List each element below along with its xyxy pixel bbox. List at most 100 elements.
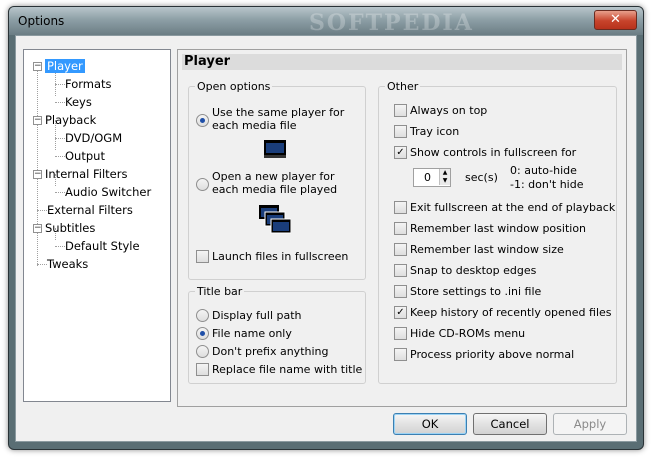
controls-seconds-spinner[interactable]: 0 ▲ ▼ bbox=[413, 168, 451, 187]
tree-item-playback[interactable]: Playback bbox=[45, 112, 96, 128]
tree-item-label: Subtitles bbox=[45, 221, 96, 235]
keep-history-label: Keep history of recently opened files bbox=[410, 306, 612, 319]
tree-item-external-filters[interactable]: External Filters bbox=[47, 202, 133, 218]
other-group: Other Always on top Tray icon ✓ Show con… bbox=[378, 80, 617, 384]
spinner-value: 0 bbox=[424, 171, 431, 184]
exit-fullscreen-label: Exit fullscreen at the end of playback bbox=[410, 201, 616, 214]
tree-item-label: Player bbox=[45, 59, 85, 73]
spinner-up-arrow-icon[interactable]: ▲ bbox=[439, 169, 450, 177]
remember-size-checkbox[interactable] bbox=[394, 243, 407, 256]
process-priority-label: Process priority above normal bbox=[410, 348, 575, 361]
snap-edges-checkbox[interactable] bbox=[394, 264, 407, 277]
display-full-path-label: Display full path bbox=[212, 309, 302, 322]
same-player-radio[interactable] bbox=[196, 114, 209, 127]
options-window: Options SOFTPEDIA ✕ − − − − Player Forma… bbox=[8, 6, 644, 450]
apply-button[interactable]: Apply bbox=[553, 413, 627, 435]
tree-item-default-style[interactable]: Default Style bbox=[65, 238, 140, 254]
close-icon: ✕ bbox=[610, 12, 621, 27]
tree-item-label: Formats bbox=[65, 77, 112, 91]
tree-item-formats[interactable]: Formats bbox=[65, 76, 112, 92]
tree-line bbox=[55, 246, 65, 247]
auto-hide-hint: 0: auto-hide bbox=[510, 164, 577, 177]
group-title: Title bar bbox=[195, 285, 245, 298]
collapse-icon[interactable]: − bbox=[33, 170, 42, 179]
tree-item-subtitles[interactable]: Subtitles bbox=[45, 220, 95, 236]
cancel-button[interactable]: Cancel bbox=[473, 413, 547, 435]
replace-file-name-checkbox[interactable] bbox=[196, 363, 209, 376]
collapse-icon[interactable]: − bbox=[33, 116, 42, 125]
tree-line bbox=[37, 62, 38, 266]
tree-item-output[interactable]: Output bbox=[65, 148, 105, 164]
tree-line bbox=[55, 192, 65, 193]
tree-item-internal-filters[interactable]: Internal Filters bbox=[45, 166, 127, 182]
store-ini-label: Store settings to .ini file bbox=[410, 285, 542, 298]
tree-item-label: Audio Switcher bbox=[65, 185, 152, 199]
close-button[interactable]: ✕ bbox=[594, 10, 637, 30]
snap-edges-label: Snap to desktop edges bbox=[410, 264, 537, 277]
exit-fullscreen-checkbox[interactable] bbox=[394, 201, 407, 214]
collapse-icon[interactable]: − bbox=[33, 224, 42, 233]
spinner-down-arrow-icon[interactable]: ▼ bbox=[439, 177, 450, 185]
same-player-label: Use the same player for each media file bbox=[212, 106, 345, 132]
always-on-top-label: Always on top bbox=[410, 104, 488, 117]
display-full-path-radio[interactable] bbox=[196, 309, 209, 322]
dont-prefix-label: Don't prefix anything bbox=[212, 345, 329, 358]
tree-line bbox=[55, 102, 65, 103]
show-controls-label: Show controls in fullscreen for bbox=[410, 146, 577, 159]
tree-line bbox=[55, 156, 65, 157]
tree-line bbox=[37, 264, 47, 265]
tree-item-label: DVD/OGM bbox=[65, 131, 123, 145]
dialog-body: − − − − Player Formats Keys Playback DVD… bbox=[15, 35, 637, 442]
checkmark-icon: ✓ bbox=[396, 147, 405, 158]
tree-item-keys[interactable]: Keys bbox=[65, 94, 92, 110]
tree-item-dvd-ogm[interactable]: DVD/OGM bbox=[65, 130, 122, 146]
multiple-windows-icon bbox=[259, 205, 291, 234]
tray-icon-label: Tray icon bbox=[410, 125, 460, 138]
launch-fullscreen-label: Launch files in fullscreen bbox=[212, 250, 349, 263]
tree-item-tweaks[interactable]: Tweaks bbox=[47, 256, 88, 272]
ok-button[interactable]: OK bbox=[393, 413, 467, 435]
tree-item-label: Tweaks bbox=[47, 257, 89, 271]
tree-item-label: Playback bbox=[45, 113, 97, 127]
dont-hide-hint: -1: don't hide bbox=[510, 178, 584, 191]
tree-item-label: Default Style bbox=[65, 239, 140, 253]
seconds-unit-label: sec(s) bbox=[465, 171, 498, 184]
keep-history-checkbox[interactable]: ✓ bbox=[394, 306, 407, 319]
window-title: Options bbox=[18, 14, 65, 28]
new-player-label: Open a new player for each media file pl… bbox=[212, 170, 338, 196]
hide-cdrom-checkbox[interactable] bbox=[394, 327, 407, 340]
title-bar-group: Title bar Display full path File name on… bbox=[188, 285, 366, 384]
hide-cdrom-label: Hide CD-ROMs menu bbox=[410, 327, 526, 340]
group-title: Other bbox=[385, 80, 421, 93]
new-player-radio[interactable] bbox=[196, 178, 209, 191]
remember-size-label: Remember last window size bbox=[410, 243, 564, 256]
title-bar[interactable]: Options SOFTPEDIA ✕ bbox=[9, 7, 643, 36]
page-title: Player bbox=[182, 54, 622, 70]
player-page: Player Open options Use the same player … bbox=[177, 49, 627, 407]
replace-file-name-label: Replace file name with title bbox=[212, 363, 363, 376]
file-name-only-label: File name only bbox=[212, 327, 292, 340]
collapse-icon[interactable]: − bbox=[33, 62, 42, 71]
show-controls-checkbox[interactable]: ✓ bbox=[394, 146, 407, 159]
file-name-only-radio[interactable] bbox=[196, 327, 209, 340]
store-ini-checkbox[interactable] bbox=[394, 285, 407, 298]
tree-item-audio-switcher[interactable]: Audio Switcher bbox=[65, 184, 151, 200]
launch-fullscreen-checkbox[interactable] bbox=[196, 250, 209, 263]
tree-line bbox=[55, 84, 65, 85]
checkmark-icon: ✓ bbox=[396, 307, 405, 318]
always-on-top-checkbox[interactable] bbox=[394, 104, 407, 117]
tree-item-label: Keys bbox=[65, 95, 92, 109]
tree-item-label: Internal Filters bbox=[45, 167, 128, 181]
dont-prefix-radio[interactable] bbox=[196, 345, 209, 358]
tray-icon-checkbox[interactable] bbox=[394, 125, 407, 138]
open-options-group: Open options Use the same player for eac… bbox=[188, 80, 366, 280]
options-tree[interactable]: − − − − Player Formats Keys Playback DVD… bbox=[23, 49, 171, 402]
tree-line bbox=[55, 138, 65, 139]
remember-position-checkbox[interactable] bbox=[394, 222, 407, 235]
tree-item-label: External Filters bbox=[47, 203, 133, 217]
single-window-icon bbox=[264, 140, 286, 158]
tree-item-label: Output bbox=[65, 149, 105, 163]
watermark: SOFTPEDIA bbox=[309, 10, 474, 36]
process-priority-checkbox[interactable] bbox=[394, 348, 407, 361]
tree-item-player[interactable]: Player bbox=[45, 58, 85, 74]
